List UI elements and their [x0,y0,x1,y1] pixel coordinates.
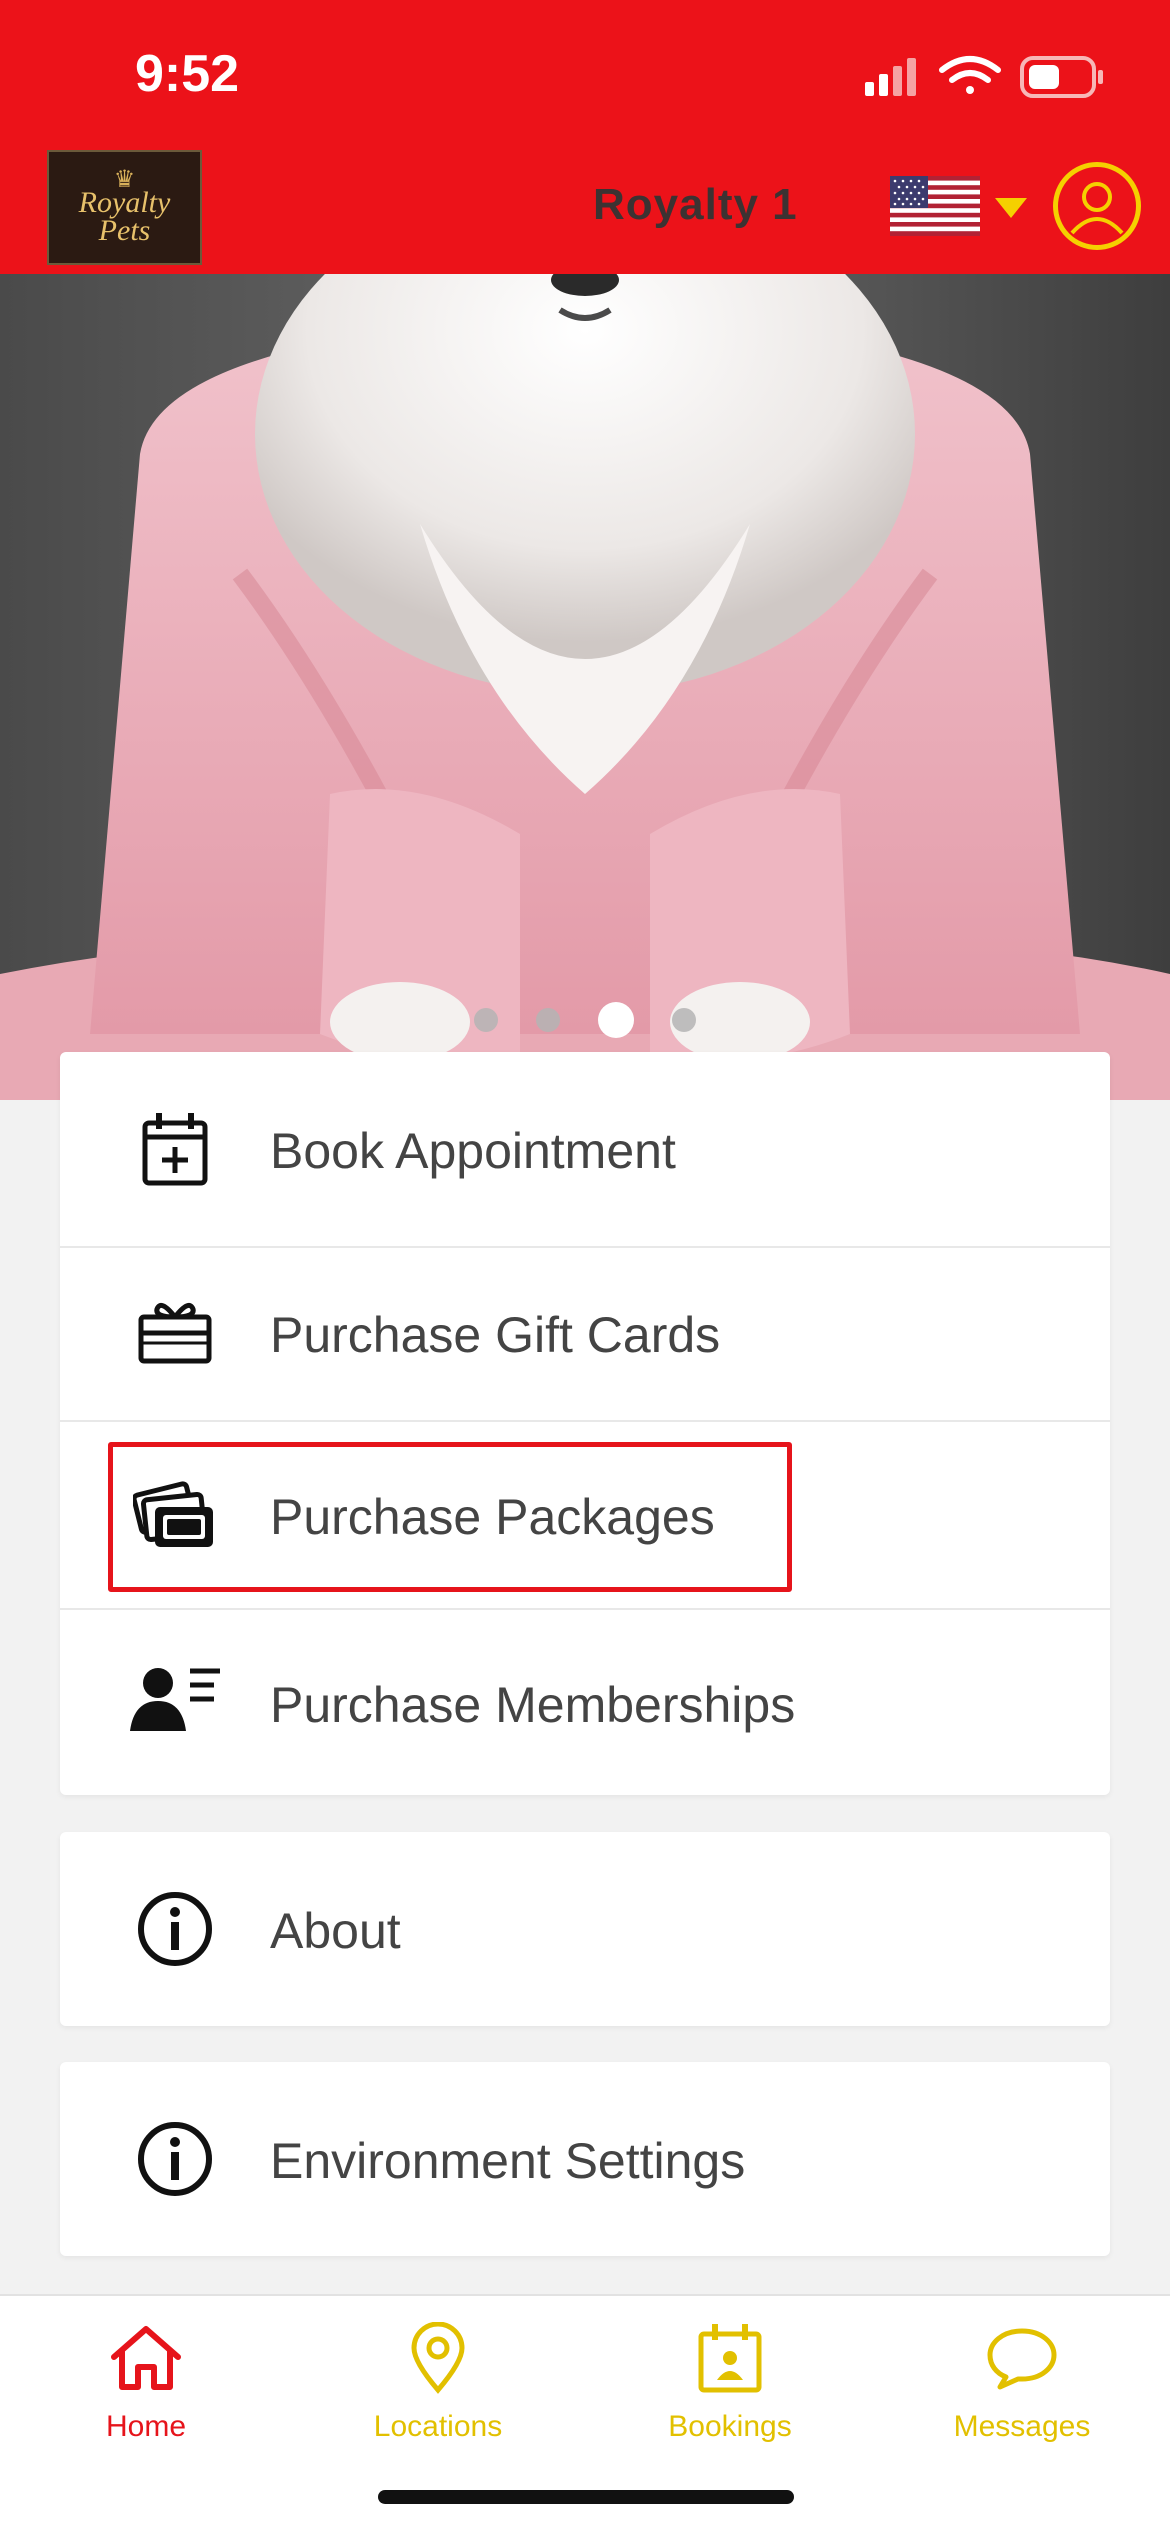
tab-label: Home [105,2410,187,2443]
tab-label: Messages [953,2410,1091,2443]
user-icon [1070,182,1124,235]
hero-image [0,274,1170,1100]
chat-bubble-icon [982,2318,1062,2398]
logo-line-2: Pets [98,213,151,247]
about-card[interactable]: About [60,1832,1110,2026]
wifi-icon [939,56,1001,94]
menu-item-purchase-gift-cards[interactable]: Purchase Gift Cards [60,1248,1110,1420]
status-icons [865,56,1103,98]
logo-line-1: Royalty [78,185,171,219]
tab-bookings[interactable]: Bookings [584,2318,876,2448]
menu-item-label: Book Appointment [270,1123,676,1179]
environment-settings-card[interactable]: Environment Settings [60,2062,1110,2256]
carousel-dots[interactable] [0,1000,1170,1040]
menu-item-environment-settings[interactable]: Environment Settings [60,2062,1110,2256]
tab-label: Bookings [668,2410,792,2443]
info-icon [130,1884,220,1974]
language-dropdown-caret-icon[interactable] [995,198,1027,218]
menu-item-about[interactable]: About [60,1832,1110,2026]
app-header: ♛ Royalty Pets Royalty 1 [0,150,1170,274]
home-icon [106,2318,186,2398]
carousel-dot[interactable] [474,1008,498,1032]
app-screen: 9:52 ♛ Royalty Pets Royalty 1 Book Appoi… [0,0,1170,2532]
signal-icon [865,58,916,96]
carousel-dot[interactable] [672,1008,696,1032]
carousel-dot[interactable] [536,1008,560,1032]
membership-icon [128,1656,224,1746]
menu-item-label: Environment Settings [270,2133,746,2189]
bookings-calendar-icon [690,2318,770,2398]
menu-item-label: Purchase Memberships [270,1677,796,1733]
tab-label: Locations [373,2410,503,2443]
menu-item-book-appointment[interactable]: Book Appointment [60,1052,1110,1246]
highlight-box [108,1442,792,1592]
menu-item-label: Purchase Gift Cards [270,1307,721,1363]
status-time: 9:52 [135,45,240,103]
battery-icon [1020,56,1103,98]
hero-carousel[interactable] [0,274,1170,1100]
brand-logo[interactable]: ♛ Royalty Pets [47,150,202,265]
tab-locations[interactable]: Locations [292,2318,584,2448]
home-indicator[interactable] [378,2490,794,2504]
main-menu-card: Book Appointment Purchase Gift Cards Pur… [60,1052,1110,1795]
calendar-plus-icon [130,1104,220,1194]
profile-avatar-button[interactable] [1053,162,1141,250]
info-icon [130,2114,220,2204]
location-pin-icon [398,2318,478,2398]
tab-messages[interactable]: Messages [876,2318,1168,2448]
menu-item-label: About [270,1903,401,1959]
tab-home[interactable]: Home [0,2318,292,2448]
status-bar: 9:52 [0,0,1170,150]
carousel-dot-active[interactable] [598,1002,634,1038]
store-name[interactable]: Royalty 1 [593,180,798,230]
menu-item-purchase-memberships[interactable]: Purchase Memberships [60,1610,1110,1795]
us-flag-icon[interactable] [890,176,980,236]
gift-card-icon [130,1286,220,1376]
